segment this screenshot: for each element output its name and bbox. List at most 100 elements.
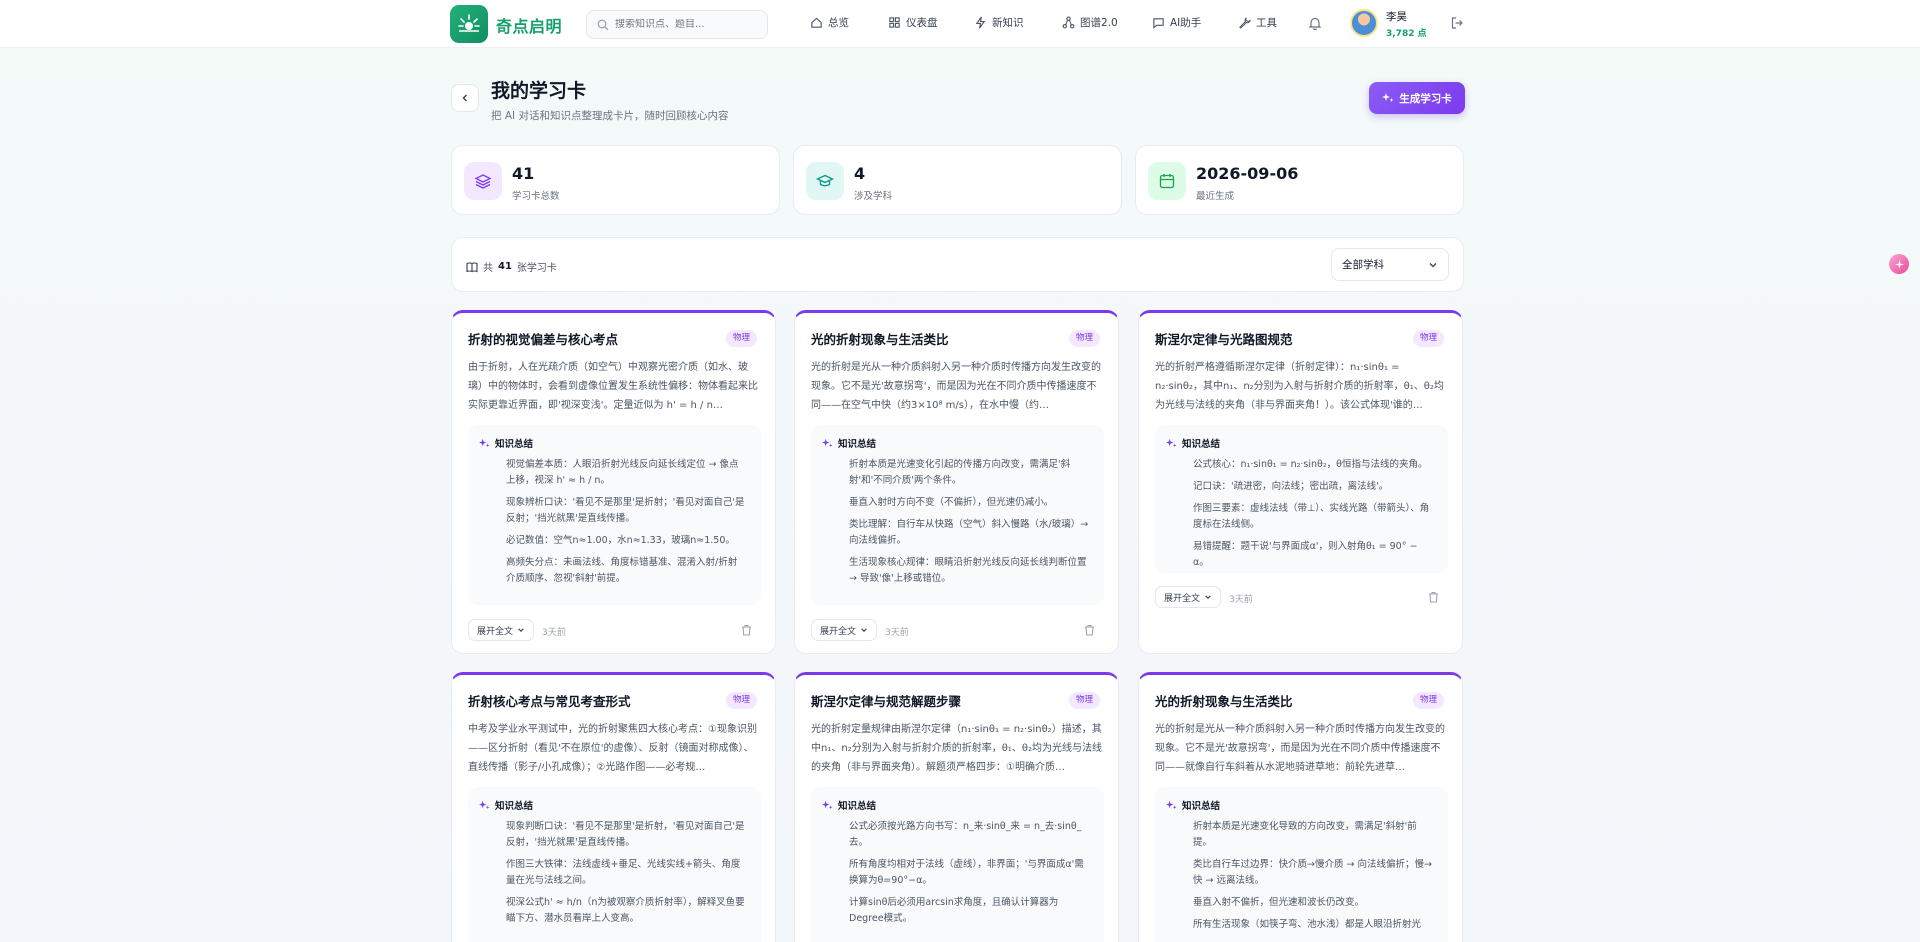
card-time: 3天前: [542, 628, 566, 638]
trash-icon[interactable]: [741, 624, 752, 636]
nav-label-ai-assistant: AI助手: [1170, 17, 1202, 29]
summary-item: 垂直入射不偏折，但光速和波长仍改变。: [1193, 897, 1365, 908]
stat-total-cards: 41 学习卡总数: [451, 145, 780, 215]
subject-badge: 物理: [1068, 692, 1100, 709]
card-time: 3天前: [885, 628, 909, 638]
trash-icon[interactable]: [1428, 591, 1439, 603]
book-icon: [466, 261, 478, 272]
subject-select-value: 全部学科: [1342, 259, 1384, 271]
summary-item: 视深公式h' ≈ h/n（n为被观察介质折射率），解释叉鱼要瞄下方、潜水员看岸上…: [506, 897, 745, 924]
summary-heading: 知识总结: [822, 798, 876, 812]
chevron-down-icon: [1205, 595, 1211, 599]
top-navbar: 奇点启明 总览 仪表盘 新知识 图谱2.0 AI助手 工具: [0, 0, 1920, 48]
study-card[interactable]: 折射的视觉偏差与核心考点 物理 由于折射，人在光疏介质（如空气）中观察光密介质（…: [451, 310, 776, 654]
sparkle-icon: [1166, 800, 1177, 809]
nav-label-tools: 工具: [1256, 17, 1277, 29]
count-prefix: 共: [483, 263, 493, 274]
logo-icon[interactable]: [450, 5, 488, 43]
nav-item-new-knowledge[interactable]: 新知识: [974, 15, 1024, 30]
card-title: 光的折射现象与生活类比: [1155, 694, 1293, 709]
summary-item: 记口诀：'疏进密，向法线；密出疏，离法线'。: [1193, 481, 1389, 492]
page-title: 我的学习卡: [491, 80, 587, 102]
card-excerpt: 光的折射是光从一种介质斜射入另一种介质时传播方向发生改变的现象。它不是光'故意拐…: [811, 362, 1101, 411]
stat-label: 最近生成: [1196, 191, 1235, 202]
summary-item: 公式必须按光路方向书写：n_来·sinθ_来 = n_去·sinθ_去。: [849, 821, 1082, 848]
nav-item-tools[interactable]: 工具: [1238, 15, 1277, 30]
sparkle-icon: [1894, 259, 1904, 269]
card-title: 折射核心考点与常见考查形式: [468, 694, 631, 709]
nav-item-overview[interactable]: 总览: [810, 15, 849, 30]
expand-button[interactable]: 展开全文: [811, 619, 878, 641]
summary-list: 折射本质是光速变化导致的方向改变，需满足'斜射'前提。 类比自行车过边界：快介质…: [1193, 819, 1433, 939]
study-card[interactable]: 斯涅尔定律与规范解题步骤 物理 光的折射定量规律由斯涅尔定律（n₁·sinθ₁ …: [794, 672, 1119, 942]
summary-heading: 知识总结: [822, 436, 876, 450]
subject-badge: 物理: [1412, 692, 1444, 709]
nav-label-graph: 图谱2.0: [1080, 17, 1118, 29]
summary-list: 公式必须按光路方向书写：n_来·sinθ_来 = n_去·sinθ_去。 所有角…: [849, 819, 1089, 933]
subject-select[interactable]: 全部学科: [1331, 248, 1449, 281]
avatar[interactable]: [1350, 9, 1378, 37]
summary-heading: 知识总结: [1166, 436, 1220, 450]
filter-bar: 共 41 张学习卡 全部学科: [451, 237, 1464, 292]
expand-label: 展开全文: [477, 626, 514, 637]
graduation-cap-icon: [806, 162, 844, 200]
nav-item-dashboard[interactable]: 仪表盘: [888, 15, 938, 30]
knowledge-summary: 知识总结 公式核心：n₁·sinθ₁ = n₂·sinθ₂，θ恒指与法线的夹角。…: [1155, 425, 1448, 573]
card-title: 斯涅尔定律与光路图规范: [1155, 332, 1293, 347]
sparkle-icon: [822, 800, 833, 809]
summary-item: 计算sinθ后必须用arcsin求角度，且确认计算器为Degree模式。: [849, 897, 1059, 924]
navbar-inner: 奇点启明 总览 仪表盘 新知识 图谱2.0 AI助手 工具: [450, 0, 1464, 48]
subject-badge: 物理: [725, 330, 757, 347]
card-title: 光的折射现象与生活类比: [811, 332, 949, 347]
study-card[interactable]: 折射核心考点与常见考查形式 物理 中考及学业水平测试中，光的折射聚焦四大核心考点…: [451, 672, 776, 942]
chevron-down-icon: [861, 628, 867, 632]
layers-icon: [464, 162, 502, 200]
back-button[interactable]: [451, 84, 479, 112]
trash-icon[interactable]: [1084, 624, 1095, 636]
page-subtitle: 把 AI 对话和知识点整理成卡片，随时回顾核心内容: [491, 110, 729, 122]
knowledge-summary: 知识总结 折射本质是光速变化导致的方向改变，需满足'斜射'前提。 类比自行车过边…: [1155, 787, 1448, 942]
chevron-down-icon: [518, 628, 524, 632]
summary-heading-label: 知识总结: [838, 439, 877, 450]
study-card[interactable]: 光的折射现象与生活类比 物理 光的折射是光从一种介质斜射入另一种介质时传播方向发…: [794, 310, 1119, 654]
stat-value: 4: [854, 164, 866, 183]
study-card[interactable]: 光的折射现象与生活类比 物理 光的折射是光从一种介质斜射入另一种介质时传播方向发…: [1138, 672, 1463, 942]
sparkle-icon: [822, 438, 833, 447]
chevron-down-icon: [1429, 262, 1437, 267]
nav-item-graph[interactable]: 图谱2.0: [1062, 15, 1118, 30]
nav-item-ai-assistant[interactable]: AI助手: [1152, 15, 1201, 30]
summary-heading-label: 知识总结: [838, 801, 877, 812]
summary-list: 折射本质是光速变化引起的传播方向改变，需满足'斜射'和'不同介质'两个条件。 垂…: [849, 457, 1089, 593]
stat-latest: 2026-09-06 最近生成: [1135, 145, 1464, 215]
nav-label-new-knowledge: 新知识: [992, 17, 1024, 29]
bell-icon[interactable]: [1308, 16, 1322, 30]
study-card[interactable]: 斯涅尔定律与光路图规范 物理 光的折射严格遵循斯涅尔定律（折射定律）：n₁·si…: [1138, 310, 1463, 654]
summary-heading: 知识总结: [1166, 798, 1220, 812]
summary-heading: 知识总结: [479, 436, 533, 450]
summary-item: 类比自行车过边界：快介质→慢介质 → 向法线偏折；慢→快 → 远离法线。: [1193, 859, 1432, 886]
count-number: 41: [498, 261, 512, 272]
subject-badge: 物理: [1068, 330, 1100, 347]
search-input[interactable]: [615, 19, 755, 30]
sparkle-icon: [1166, 438, 1177, 447]
summary-item: 垂直入射时方向不变（不偏折），但光速仍减小。: [849, 497, 1054, 508]
search-box[interactable]: [586, 10, 768, 39]
sparkle-icon: [479, 800, 490, 809]
home-icon: [811, 17, 822, 28]
card-title: 斯涅尔定律与规范解题步骤: [811, 694, 962, 709]
summary-item: 作图三大铁律：法线虚线+垂足、光线实线+箭头、角度量在光与法线之间。: [506, 859, 741, 886]
expand-button[interactable]: 展开全文: [1155, 586, 1222, 608]
floating-assistant-button[interactable]: [1889, 254, 1909, 274]
summary-item: 公式核心：n₁·sinθ₁ = n₂·sinθ₂，θ恒指与法线的夹角。: [1193, 459, 1428, 470]
summary-item: 折射本质是光速变化导致的方向改变，需满足'斜射'前提。: [1193, 821, 1417, 848]
stat-value: 41: [512, 164, 535, 183]
expand-label: 展开全文: [820, 626, 857, 637]
card-title: 折射的视觉偏差与核心考点: [468, 332, 619, 347]
summary-item: 所有生活现象（如筷子弯、池水浅）都是人眼沿折射光: [1193, 919, 1422, 930]
brand-name[interactable]: 奇点启明: [496, 13, 562, 37]
generate-card-button[interactable]: 生成学习卡: [1369, 82, 1465, 114]
dashboard-icon: [889, 17, 900, 28]
summary-item: 作图三要素：虚线法线（带⊥）、实线光路（带箭头）、角度标在法线侧。: [1193, 503, 1430, 530]
logout-icon[interactable]: [1450, 16, 1464, 30]
expand-button[interactable]: 展开全文: [468, 619, 535, 641]
